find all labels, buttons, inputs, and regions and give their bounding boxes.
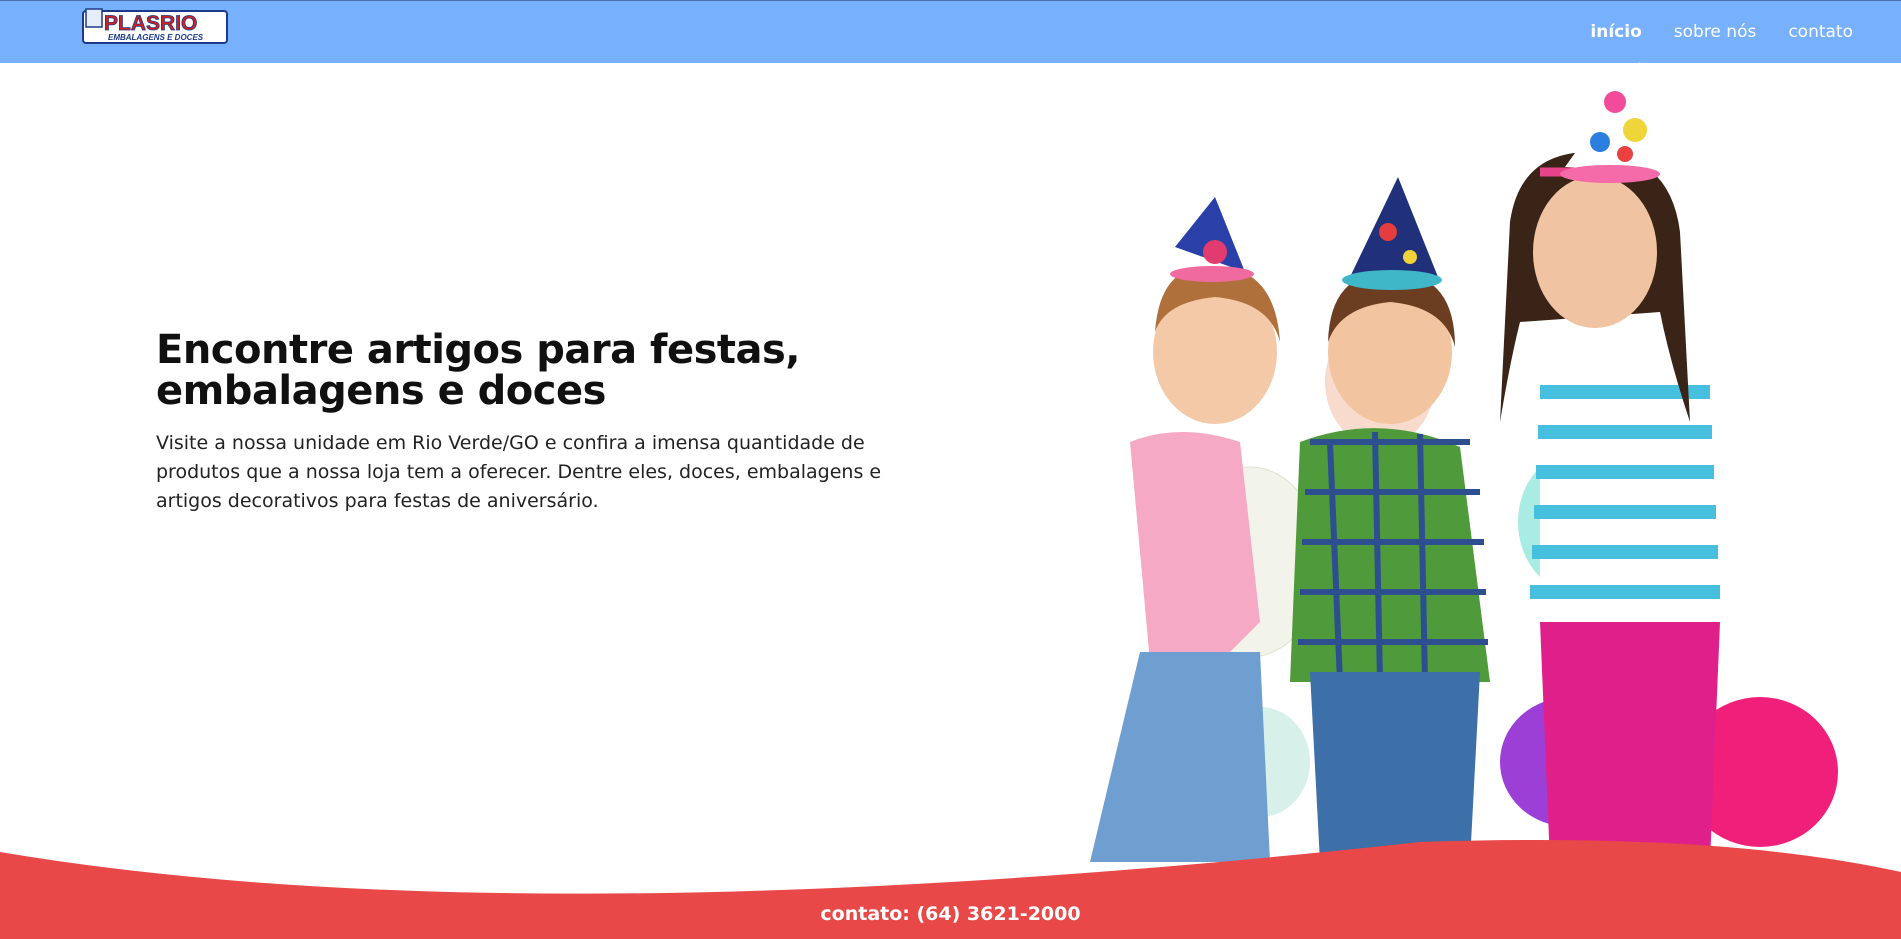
logo-main-text: PLASRIO [104, 12, 197, 35]
logo-sub-text: EMBALAGENS E DOCES [108, 33, 204, 42]
nav-link-inicio[interactable]: início [1590, 22, 1641, 42]
main-nav: início sobre nós contato [1590, 22, 1853, 42]
hero-title: Encontre artigos para festas, embalagens… [156, 327, 801, 414]
page: PLASRIO EMBALAGENS E DOCES início sobre … [0, 0, 1901, 939]
nav-link-sobre-nos[interactable]: sobre nós [1674, 22, 1757, 42]
hero-children-image [1090, 62, 1838, 862]
site-header: PLASRIO EMBALAGENS E DOCES início sobre … [0, 0, 1901, 63]
nav-link-contato[interactable]: contato [1788, 22, 1853, 42]
footer-contact[interactable]: contato: (64) 3621-2000 [0, 903, 1901, 925]
hero-description: Visite a nossa unidade em Rio Verde/GO e… [156, 432, 882, 512]
plasrio-logo[interactable]: PLASRIO EMBALAGENS E DOCES [82, 7, 228, 45]
